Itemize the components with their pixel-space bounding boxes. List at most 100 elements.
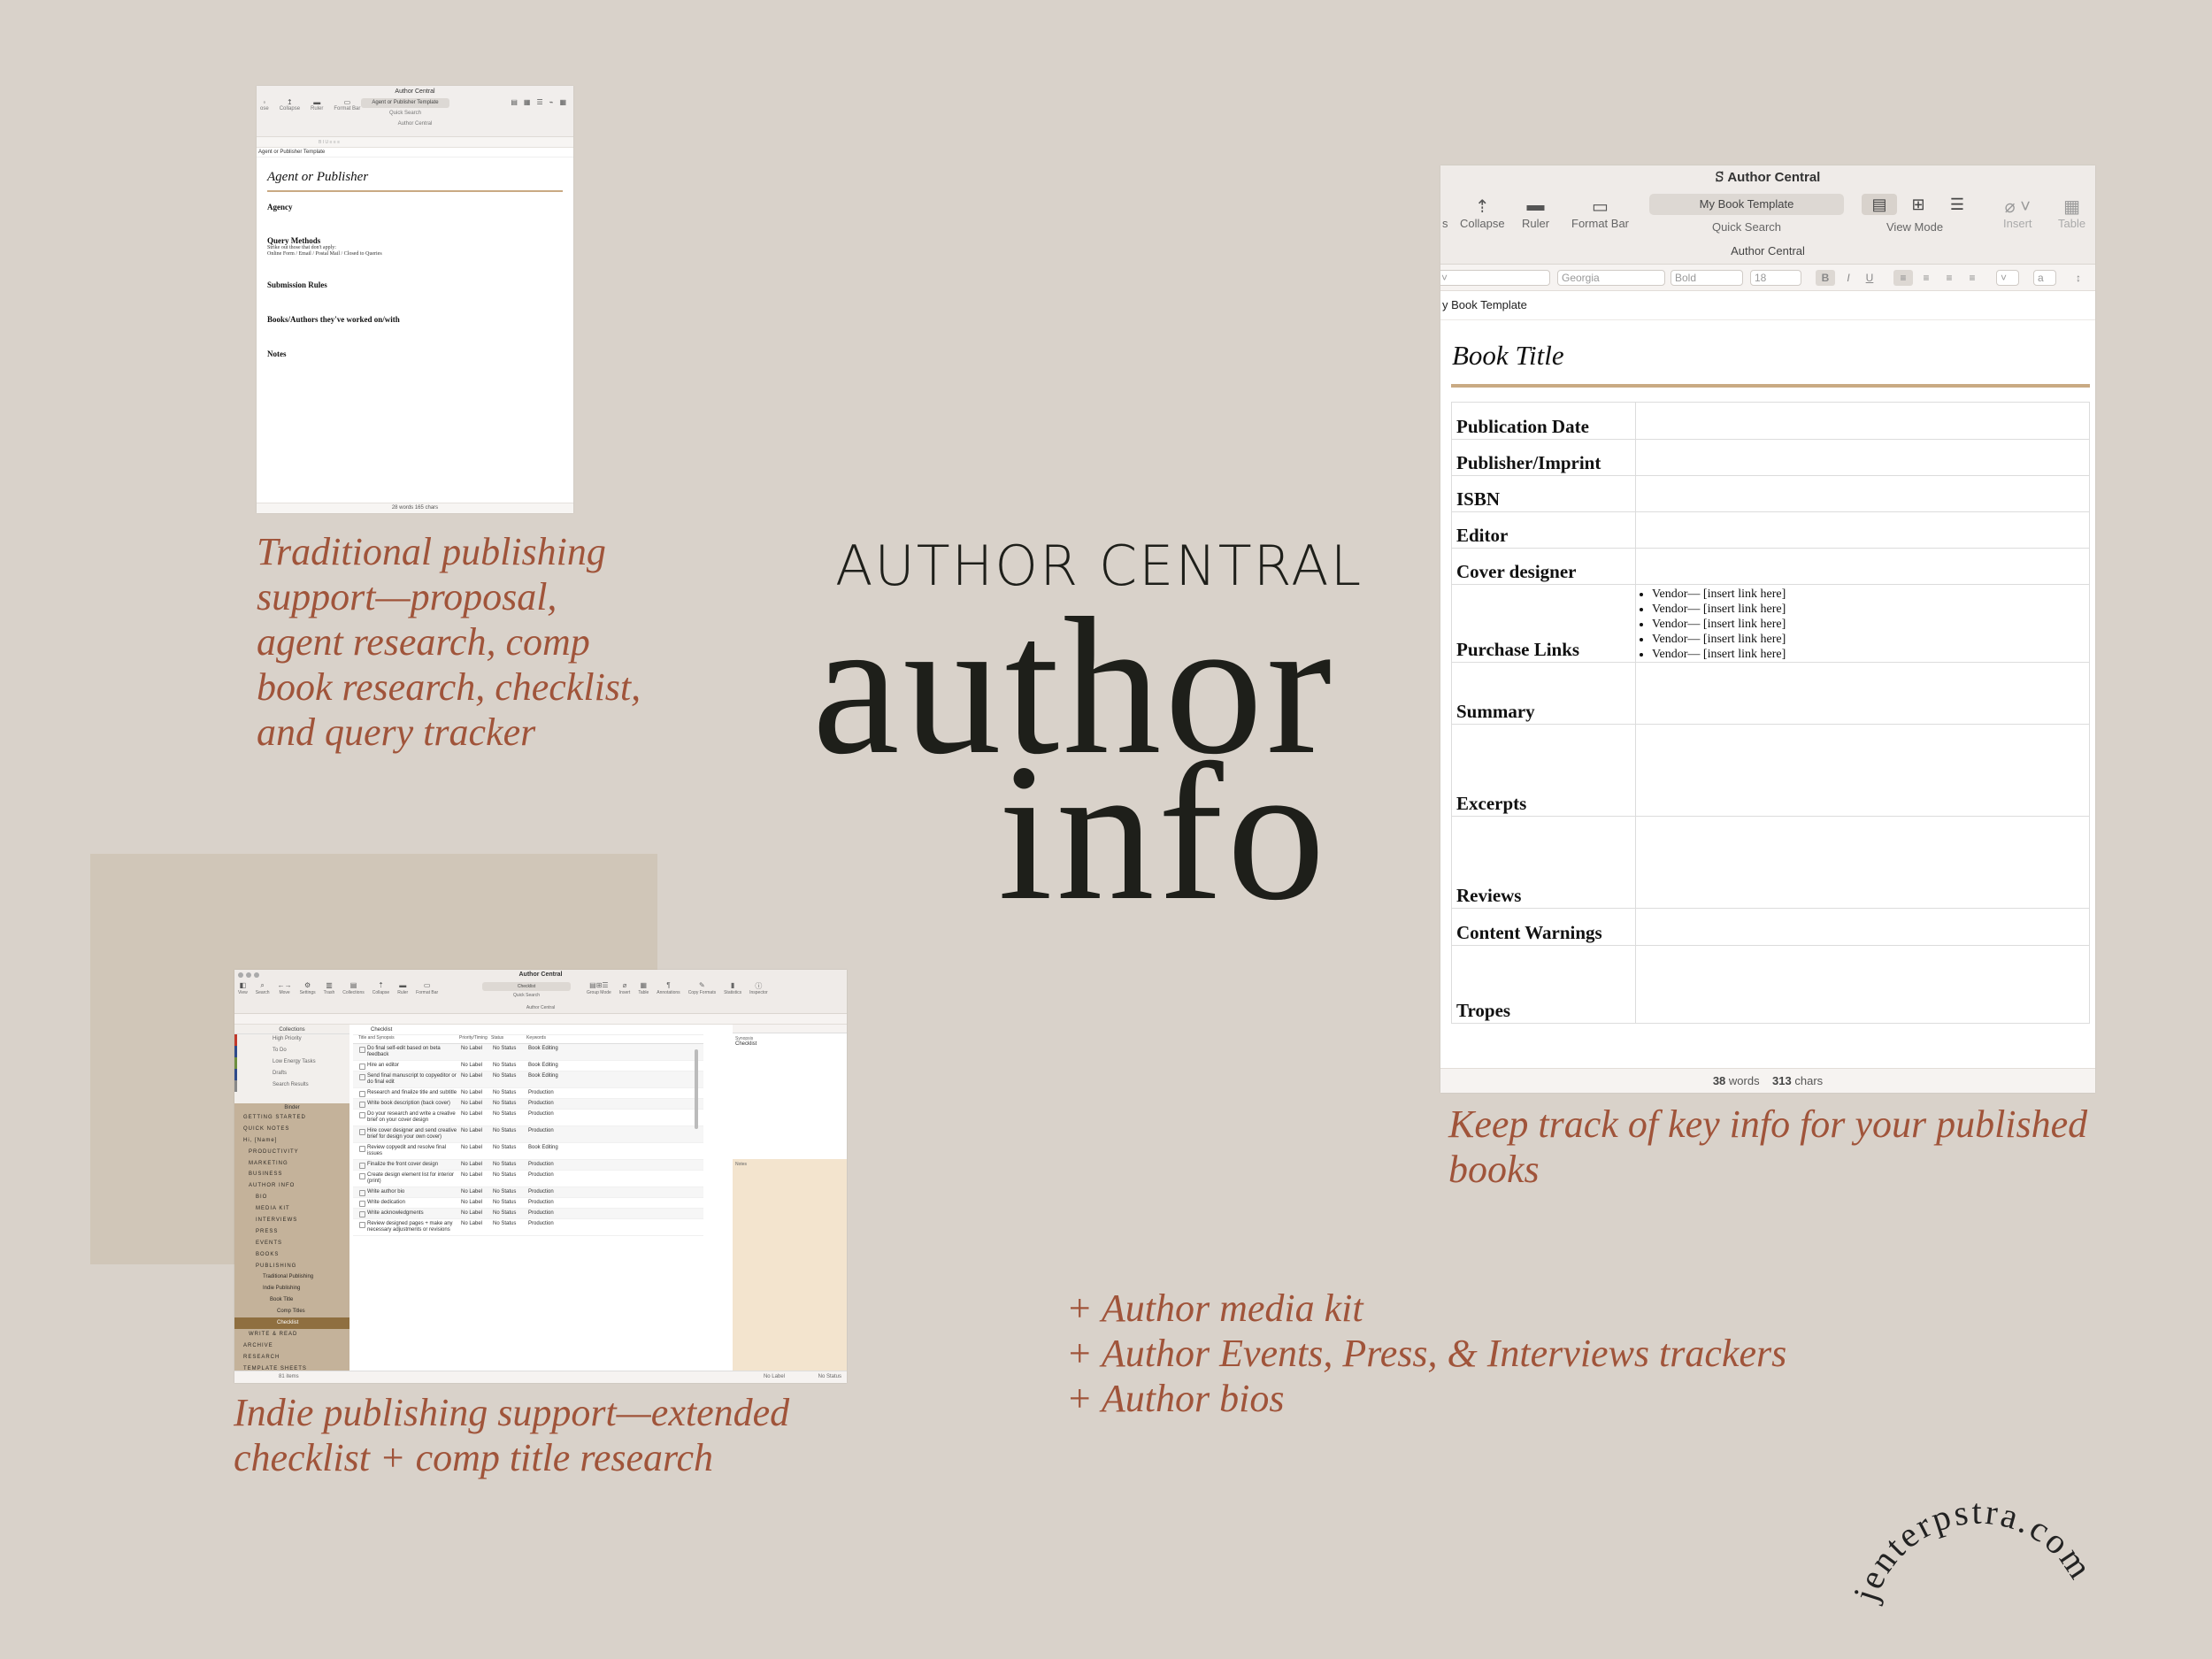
table-row[interactable]: Research and finalize title and subtitle… bbox=[353, 1088, 703, 1099]
toolbar-button-partial[interactable]: s bbox=[1442, 196, 1448, 230]
binder-item[interactable]: EVENTS bbox=[234, 1238, 349, 1249]
bold-icon[interactable]: B bbox=[1816, 270, 1835, 286]
quick-search-input[interactable]: My Book Template bbox=[1649, 194, 1844, 215]
binder-item[interactable]: Book Title bbox=[234, 1294, 349, 1306]
binder-item[interactable]: MEDIA KIT bbox=[234, 1203, 349, 1215]
inspector-button[interactable]: ⓘ Inspector bbox=[749, 981, 768, 995]
line-height-icon[interactable]: ↕ bbox=[2069, 270, 2088, 286]
style-select[interactable]: ˅ bbox=[1440, 270, 1550, 286]
vendor-link[interactable]: Vendor— [insert link here] bbox=[1652, 617, 2089, 632]
table-row[interactable]: Write acknowledgments No Label No Status Pr… bbox=[353, 1209, 703, 1219]
format-bar-button[interactable]: ▭ Format Bar bbox=[416, 981, 438, 995]
table-row[interactable]: Finalize the front cover design No Label N… bbox=[353, 1160, 703, 1171]
binder-header[interactable]: Binder bbox=[234, 1103, 349, 1112]
binder-item[interactable]: GETTING STARTED bbox=[234, 1112, 349, 1124]
ruler-button[interactable]: ▬ Ruler bbox=[1522, 196, 1549, 230]
annotations-button[interactable]: ¶ Annotations bbox=[657, 981, 680, 995]
format-bar[interactable] bbox=[234, 1014, 847, 1025]
binder-item[interactable]: PRESS bbox=[234, 1226, 349, 1238]
insert-button[interactable]: ⌀ ˅ Insert bbox=[2003, 196, 2032, 230]
group-mode-button[interactable]: ▤⊞☰ Group Mode bbox=[587, 981, 611, 995]
table-row[interactable]: Send final manuscript to copyeditor or d… bbox=[353, 1071, 703, 1088]
binder-item[interactable]: ARCHIVE bbox=[234, 1340, 349, 1352]
justify-icon[interactable]: ≡ bbox=[1962, 270, 1982, 286]
table-row[interactable]: Hire cover designer and send creative br… bbox=[353, 1126, 703, 1143]
binder-item[interactable]: MARKETING bbox=[234, 1158, 349, 1170]
table-icon[interactable]: ▦ bbox=[559, 98, 566, 106]
vendor-link[interactable]: Vendor— [insert link here] bbox=[1652, 602, 2089, 617]
table-row[interactable]: Write author bio No Label No Status Product… bbox=[353, 1187, 703, 1198]
label-select[interactable]: No Label bbox=[764, 1371, 785, 1383]
binder-item[interactable]: WRITE & READ bbox=[234, 1329, 349, 1340]
table-row[interactable]: Create design element list for interior … bbox=[353, 1171, 703, 1187]
document-editor[interactable]: Book Title Publication Date Publisher/Im… bbox=[1440, 320, 2095, 1024]
table-row[interactable]: Hire an editor No Label No Status Book Edit… bbox=[353, 1061, 703, 1071]
binder-item[interactable]: RESEARCH bbox=[234, 1352, 349, 1363]
collection-item[interactable]: High Priority bbox=[234, 1034, 349, 1046]
table-button[interactable]: ▦ Table bbox=[2058, 196, 2085, 230]
move-button[interactable]: ←→ Move bbox=[278, 981, 292, 995]
binder-item[interactable]: Hi, [Name] bbox=[234, 1135, 349, 1147]
row-value[interactable] bbox=[1635, 908, 2090, 946]
vendor-link[interactable]: Vendor— [insert link here] bbox=[1652, 632, 2089, 647]
collapse-button[interactable]: ⇡ Collapse bbox=[1460, 196, 1505, 230]
text-color-select[interactable]: a bbox=[2033, 270, 2056, 286]
binder-item[interactable]: PUBLISHING bbox=[234, 1261, 349, 1272]
underline-icon[interactable]: U bbox=[1860, 270, 1879, 286]
row-value[interactable] bbox=[1635, 475, 2090, 512]
row-value[interactable] bbox=[1635, 945, 2090, 1024]
table-button[interactable]: ▦ Table bbox=[638, 981, 649, 995]
binder-item[interactable]: PRODUCTIVITY bbox=[234, 1147, 349, 1158]
format-bar-button[interactable]: ▭ Format Bar bbox=[1571, 196, 1629, 230]
view-document-icon[interactable]: ▤ bbox=[1862, 194, 1897, 215]
view-corkboard-icon[interactable]: ⊞ bbox=[1901, 194, 1936, 215]
statistics-button[interactable]: ▮ Statistics bbox=[724, 981, 741, 995]
collapse-button[interactable]: ↥ Collapse bbox=[280, 98, 300, 111]
column-header[interactable]: Title and Synopsis bbox=[353, 1035, 459, 1043]
collection-item[interactable]: Search Results bbox=[234, 1080, 349, 1092]
spacing-select[interactable]: ˅ bbox=[1996, 270, 2019, 286]
document-editor[interactable]: Agent or Publisher Agency Query Methods … bbox=[257, 157, 573, 371]
vendor-link[interactable]: Vendor— [insert link here] bbox=[1652, 647, 2089, 662]
outline-scrollbar[interactable] bbox=[695, 1049, 698, 1129]
weight-select[interactable]: Bold bbox=[1671, 270, 1743, 286]
font-select[interactable]: Georgia bbox=[1557, 270, 1665, 286]
align-right-icon[interactable]: ≡ bbox=[1939, 270, 1959, 286]
copy-formats-button[interactable]: ✎ Copy Formats bbox=[688, 981, 716, 995]
row-value[interactable] bbox=[1635, 439, 2090, 476]
ruler-button[interactable]: ▬ Ruler bbox=[311, 98, 323, 111]
binder-item[interactable]: Indie Publishing bbox=[234, 1283, 349, 1294]
binder-item[interactable]: BOOKS bbox=[234, 1249, 349, 1261]
collection-item[interactable]: Low Energy Tasks bbox=[234, 1057, 349, 1069]
collections-button[interactable]: ▤ Collections bbox=[342, 981, 364, 995]
column-header[interactable]: Priority/Timing bbox=[459, 1035, 491, 1043]
binder-item[interactable]: Traditional Publishing bbox=[234, 1271, 349, 1283]
binder-item-selected[interactable]: Checklist bbox=[234, 1317, 349, 1329]
column-header[interactable]: Status bbox=[491, 1035, 526, 1043]
collapse-button[interactable]: ⇡ Collapse bbox=[373, 981, 389, 995]
binder-item[interactable]: Comp Titles bbox=[234, 1306, 349, 1317]
table-row[interactable]: Do your research and write a creative br… bbox=[353, 1110, 703, 1126]
table-row[interactable]: Review designed pages + make any necessa… bbox=[353, 1219, 703, 1236]
table-row[interactable]: Write book description (back cover) No La… bbox=[353, 1099, 703, 1110]
row-value[interactable] bbox=[1635, 662, 2090, 725]
row-value[interactable] bbox=[1635, 402, 2090, 440]
settings-button[interactable]: ⚙ Settings bbox=[300, 981, 316, 995]
vendor-link[interactable]: Vendor— [insert link here] bbox=[1652, 587, 2089, 602]
status-select[interactable]: No Status bbox=[818, 1371, 841, 1383]
collection-item[interactable]: To Do bbox=[234, 1046, 349, 1057]
format-bar-button[interactable]: ▭ Format Bar bbox=[334, 98, 360, 111]
view-button[interactable]: ◧ View bbox=[238, 981, 248, 995]
binder-item[interactable]: BUSINESS bbox=[234, 1169, 349, 1180]
table-row[interactable]: Write dedication No Label No Status Product… bbox=[353, 1198, 703, 1209]
align-left-icon[interactable]: ≡ bbox=[1893, 270, 1913, 286]
binder-item[interactable]: INTERVIEWS bbox=[234, 1215, 349, 1226]
format-bar[interactable]: B I U ≡ ≡ ≡ bbox=[257, 137, 573, 148]
collection-item[interactable]: Drafts bbox=[234, 1069, 349, 1080]
search-button[interactable]: ⌕ Search bbox=[256, 981, 270, 995]
view-mode-corkboard-icon[interactable]: ▦ bbox=[524, 98, 531, 106]
row-value[interactable] bbox=[1635, 724, 2090, 817]
quick-search-input[interactable]: Checklist bbox=[482, 982, 571, 991]
inspector-synopsis[interactable]: Synopsis Checklist bbox=[733, 1033, 847, 1122]
column-header[interactable]: Keywords bbox=[526, 1035, 580, 1043]
